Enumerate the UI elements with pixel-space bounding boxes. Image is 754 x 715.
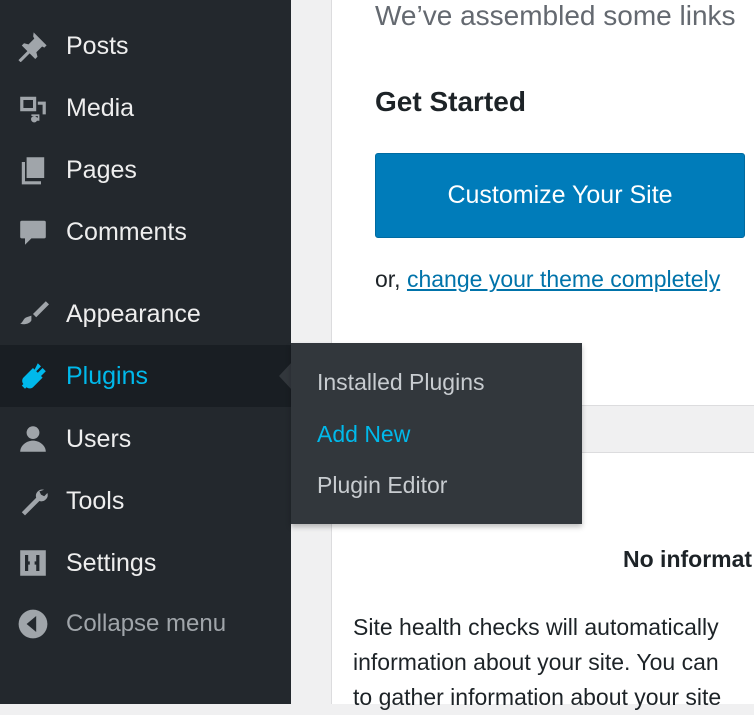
sidebar-item-settings[interactable]: Settings [0,532,291,594]
no-information-heading: No informat [623,546,753,572]
sidebar-item-tools[interactable]: Tools [0,470,291,532]
health-line-3: to gather information about your site [353,684,722,710]
sidebar-item-comments[interactable]: Comments [0,201,291,263]
submenu-add-new[interactable]: Add New [317,421,410,448]
sidebar-item-label: Tools [66,486,125,515]
sidebar-item-label: Settings [66,548,157,577]
user-icon [16,422,50,456]
settings-icon [16,546,50,580]
sidebar-item-label: Collapse menu [66,610,227,637]
admin-sidebar: Posts Media Pages Comments Appearance Pl… [0,0,291,704]
wrench-icon [16,484,50,518]
sidebar-item-media[interactable]: Media [0,77,291,139]
submenu-plugin-editor[interactable]: Plugin Editor [317,472,447,499]
collapse-menu-button[interactable]: Collapse menu [0,593,291,655]
sidebar-item-label: Appearance [66,299,201,328]
get-started-heading: Get Started [375,86,526,117]
sidebar-item-label: Plugins [66,361,148,390]
sidebar-item-appearance[interactable]: Appearance [0,283,291,345]
change-theme-link[interactable]: change your theme completely [407,266,720,292]
customize-site-button[interactable]: Customize Your Site [375,153,745,238]
sidebar-item-posts[interactable]: Posts [0,15,291,77]
sidebar-item-pages[interactable]: Pages [0,139,291,201]
collapse-arrow-icon [16,607,50,641]
media-icon [16,91,50,125]
comment-icon [16,215,50,249]
plugins-submenu: Installed Plugins Add New Plugin Editor [291,343,582,524]
site-health-description: Site health checks will automatically in… [353,610,754,715]
submenu-installed-plugins[interactable]: Installed Plugins [317,369,485,396]
welcome-intro-text: We’ve assembled some links [375,0,736,31]
sidebar-item-label: Comments [66,217,187,246]
pages-icon [16,153,50,187]
plugin-icon [16,359,50,393]
sidebar-item-label: Users [66,424,132,453]
sidebar-item-label: Media [66,93,135,122]
change-theme-line: or, change your theme completely [375,266,720,293]
sidebar-item-label: Posts [66,31,129,60]
sidebar-item-label: Pages [66,155,137,184]
health-line-1: Site health checks will automatically [353,614,719,640]
health-line-2: information about your site. You can [353,649,719,675]
or-text: or, [375,266,407,292]
pushpin-icon [16,29,50,63]
paintbrush-icon [16,297,50,331]
sidebar-item-plugins[interactable]: Plugins [0,345,291,407]
sidebar-item-users[interactable]: Users [0,408,291,470]
